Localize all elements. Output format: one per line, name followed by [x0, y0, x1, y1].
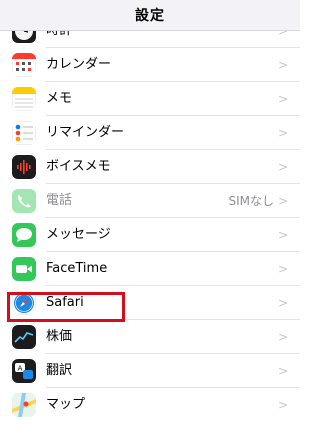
calendar-icon — [12, 53, 36, 77]
settings-row-clock[interactable]: 時計 > — [0, 30, 300, 48]
chevron-right-icon: > — [277, 194, 288, 208]
settings-row-label: 電話 — [46, 193, 73, 208]
settings-row-phone[interactable]: 電話 SIMなし > — [0, 184, 300, 218]
reminders-icon — [12, 121, 36, 145]
navigation-bar: 設定 — [0, 0, 300, 31]
translate-icon: A — [12, 359, 36, 383]
chevron-right-icon: > — [277, 92, 288, 106]
settings-row-value: SIMなし — [228, 194, 274, 208]
chevron-right-icon: > — [277, 228, 288, 242]
notes-icon — [12, 87, 36, 111]
settings-row-notes[interactable]: メモ > — [0, 82, 300, 116]
chevron-right-icon: > — [277, 296, 288, 310]
chevron-right-icon: > — [277, 160, 288, 174]
settings-row-calendar[interactable]: カレンダー > — [0, 48, 300, 82]
settings-row-messages[interactable]: メッセージ > — [0, 218, 300, 252]
settings-row-label: カレンダー — [46, 57, 112, 72]
settings-row-label: メッセージ — [46, 227, 111, 242]
stocks-icon — [12, 325, 36, 349]
svg-text:A: A — [18, 365, 23, 373]
phone-icon — [12, 189, 36, 213]
settings-row-label: ボイスメモ — [46, 159, 111, 174]
settings-row-reminders[interactable]: リマインダー > — [0, 116, 300, 150]
settings-row-maps[interactable]: マップ > — [0, 388, 300, 422]
settings-list[interactable]: 時計 > カレンダー > メモ > リマインダー > ボイスメモ > 電話 SI… — [0, 30, 300, 427]
settings-row-label: FaceTime — [46, 261, 108, 276]
settings-row-translate[interactable]: A 翻訳 > — [0, 354, 300, 388]
chevron-right-icon: > — [277, 364, 288, 378]
maps-icon — [12, 393, 36, 417]
facetime-icon — [12, 257, 36, 281]
settings-row-label: 翻訳 — [46, 363, 73, 378]
settings-row-label: メモ — [46, 91, 73, 106]
settings-row-label: リマインダー — [46, 125, 125, 140]
clock-icon — [12, 30, 36, 43]
messages-icon — [12, 223, 36, 247]
chevron-right-icon: > — [277, 58, 288, 72]
chevron-right-icon: > — [277, 398, 288, 412]
chevron-right-icon: > — [277, 30, 288, 38]
settings-row-label: 時計 — [46, 30, 73, 38]
chevron-right-icon: > — [277, 126, 288, 140]
settings-row-facetime[interactable]: FaceTime > — [0, 252, 300, 286]
page-title: 設定 — [135, 8, 165, 24]
settings-row-stocks[interactable]: 株価 > — [0, 320, 300, 354]
settings-row-voice-memo[interactable]: ボイスメモ > — [0, 150, 300, 184]
voice-memo-icon — [12, 155, 36, 179]
settings-row-label: Safari — [46, 295, 84, 310]
chevron-right-icon: > — [277, 330, 288, 344]
settings-row-label: 株価 — [46, 329, 73, 344]
settings-row-label: マップ — [46, 397, 86, 412]
settings-row-safari[interactable]: Safari > — [0, 286, 300, 320]
safari-icon — [12, 291, 36, 315]
chevron-right-icon: > — [277, 262, 288, 276]
